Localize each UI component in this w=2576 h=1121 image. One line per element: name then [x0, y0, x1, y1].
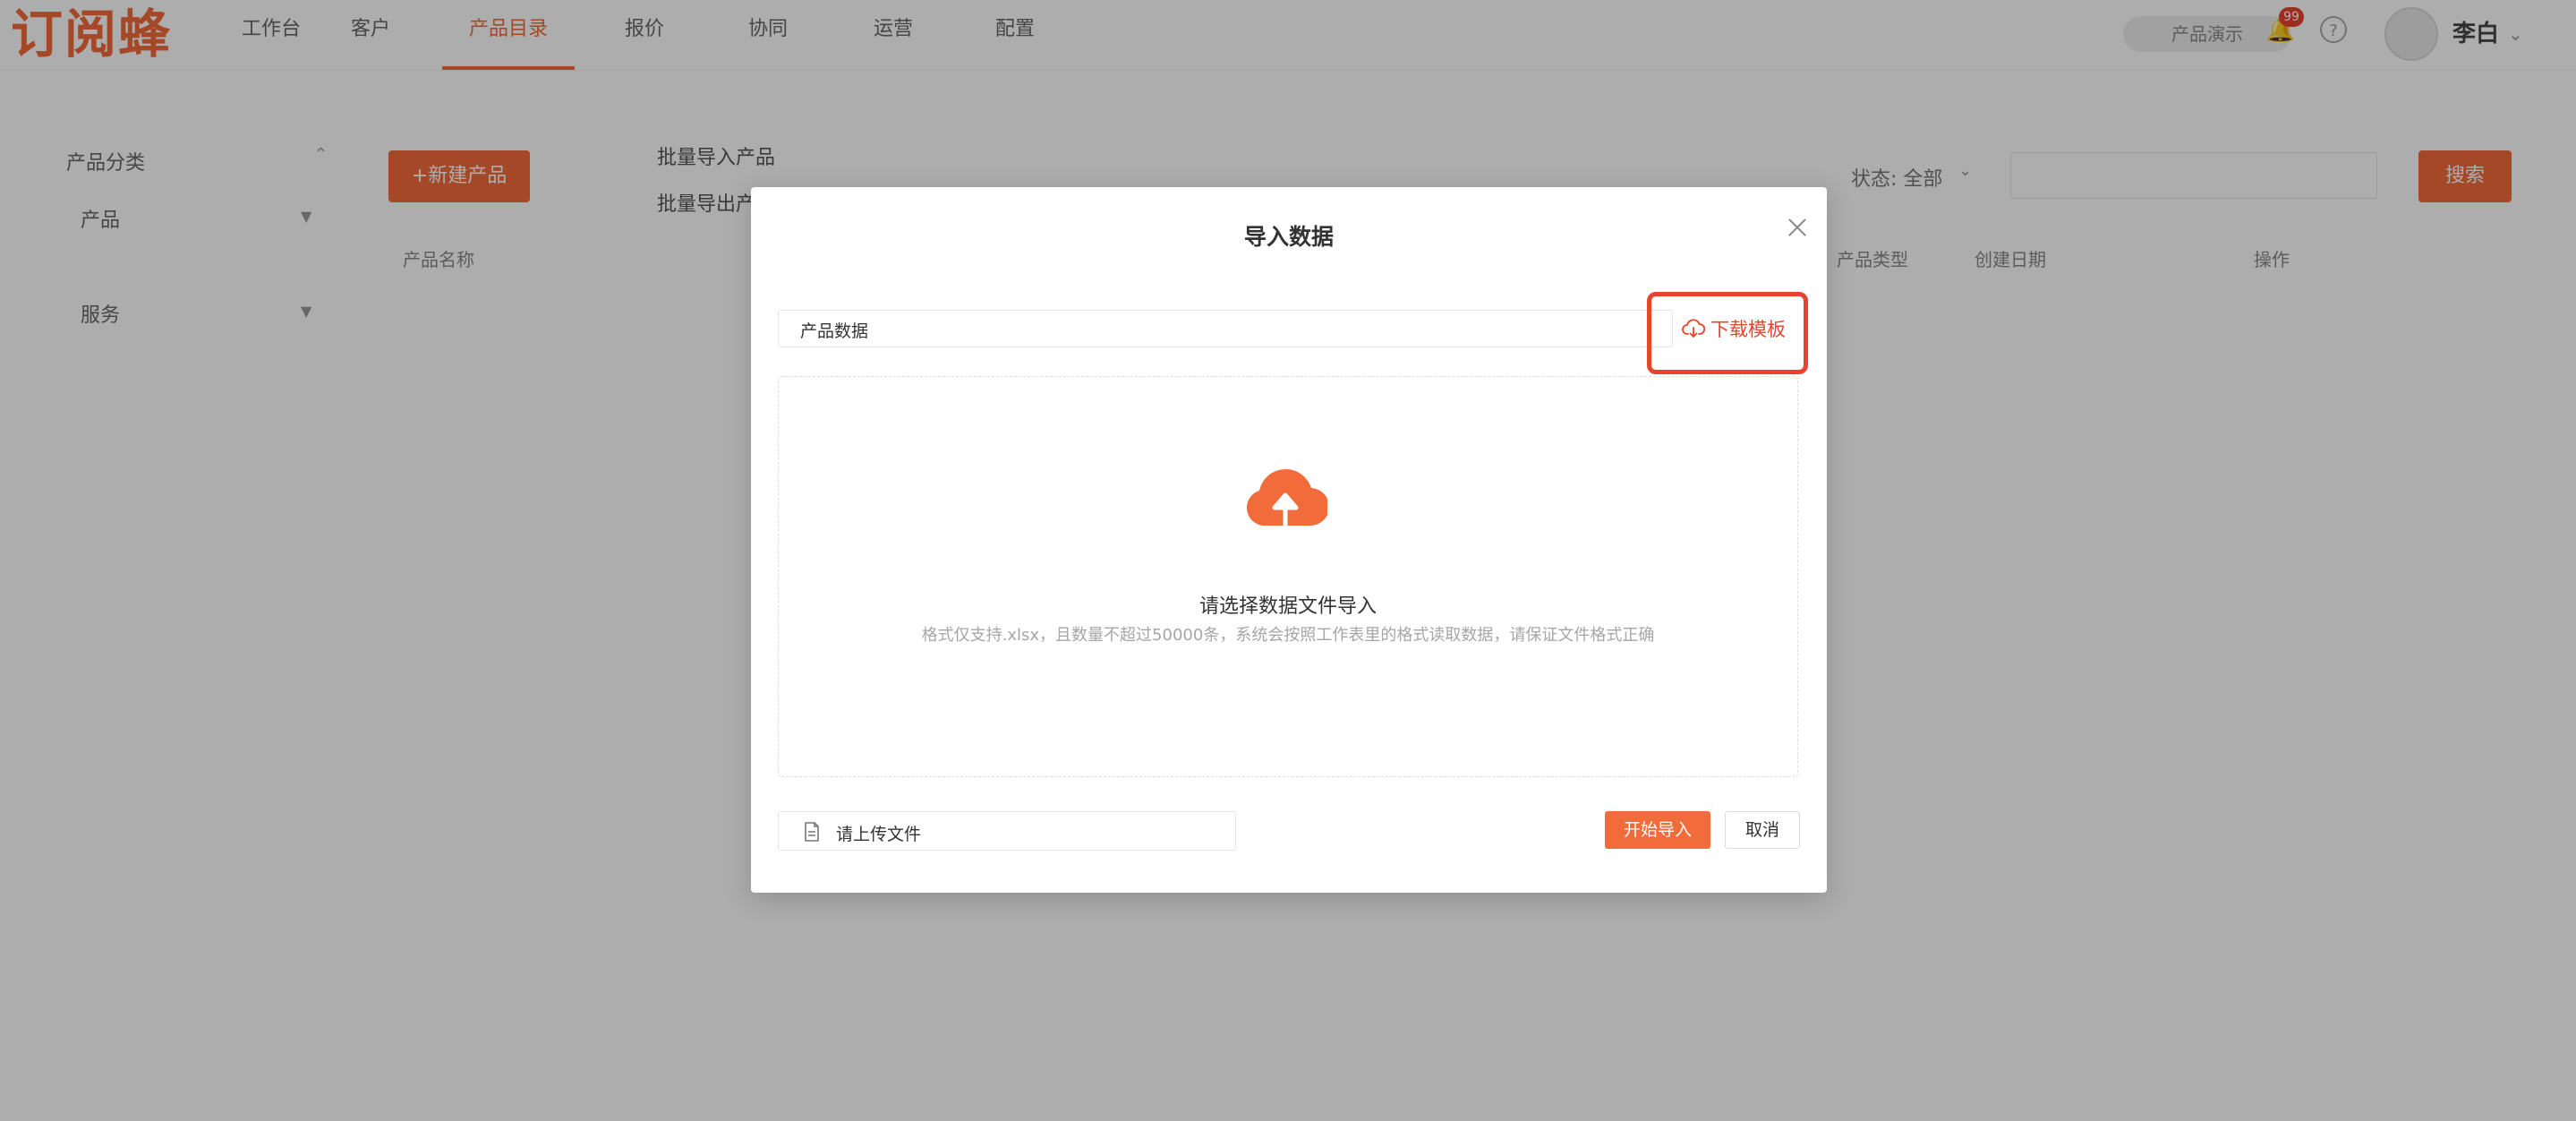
cancel-button[interactable]: 取消: [1725, 811, 1800, 849]
uploaded-file-field[interactable]: 请上传文件: [778, 811, 1236, 851]
cloud-upload-icon: [1246, 469, 1327, 526]
close-icon[interactable]: [1782, 212, 1813, 243]
drop-zone-hint: 格式仅支持.xlsx，且数量不超过50000条，系统会按照工作表里的格式读取数据…: [921, 626, 1655, 645]
start-import-button[interactable]: 开始导入: [1605, 811, 1710, 849]
data-type-select-value: 产品数据: [800, 321, 869, 341]
file-drop-zone[interactable]: 请选择数据文件导入 格式仅支持.xlsx，且数量不超过50000条，系统会按照工…: [778, 376, 1798, 777]
cloud-download-icon: [1682, 319, 1705, 338]
download-template-button[interactable]: 下载模板: [1668, 310, 1800, 347]
drop-zone-title: 请选择数据文件导入: [1198, 595, 1377, 618]
file-placeholder: 请上传文件: [836, 825, 922, 844]
import-data-modal: 导入数据 产品数据 下载模板 请选择数据文件导入 格式仅支持.xlsx，且数量不…: [751, 187, 1827, 893]
modal-title: 导入数据: [1243, 224, 1334, 250]
download-template-label: 下载模板: [1710, 319, 1786, 340]
data-type-select[interactable]: 产品数据: [778, 310, 1673, 347]
file-icon: [805, 822, 819, 842]
